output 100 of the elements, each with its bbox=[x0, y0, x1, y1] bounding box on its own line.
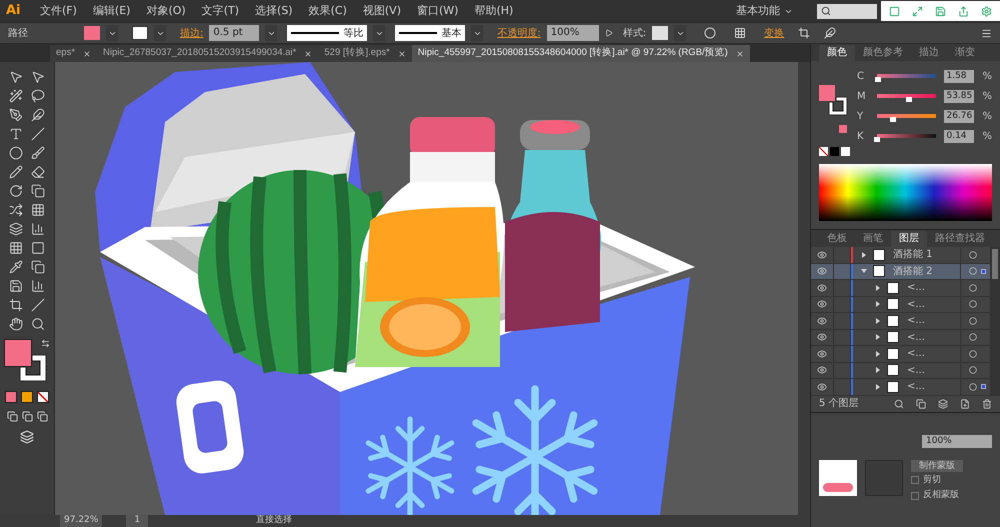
layer-row[interactable]: <... bbox=[811, 346, 990, 362]
frame-icon[interactable] bbox=[889, 6, 900, 16]
checkbox[interactable] bbox=[911, 492, 919, 500]
out-of-gamut-swatch[interactable] bbox=[839, 125, 847, 133]
transform-link[interactable]: 变换 bbox=[764, 26, 784, 40]
layer-row[interactable]: <... bbox=[811, 280, 990, 296]
settings-icon[interactable] bbox=[981, 6, 992, 16]
panel-tab[interactable]: 描边 bbox=[911, 45, 947, 61]
dropdown-caret[interactable] bbox=[674, 25, 686, 41]
opacity-link[interactable]: 不透明度: bbox=[497, 26, 541, 40]
channel-value-field[interactable]: 53.85 bbox=[944, 90, 974, 102]
expand-triangle-icon[interactable] bbox=[875, 367, 881, 374]
share-icon[interactable] bbox=[958, 6, 969, 16]
new-layer-icon[interactable] bbox=[960, 398, 970, 408]
dropdown-caret[interactable] bbox=[373, 25, 386, 41]
document-tab[interactable]: Nipic_455997_20150808155348604000 [转换].ai* @ 97.22% (RGB/预览) bbox=[412, 45, 750, 62]
visibility-eye-icon[interactable] bbox=[817, 348, 827, 359]
visibility-eye-icon[interactable] bbox=[817, 299, 827, 310]
document-tab[interactable]: Nipic_26785037_20180515203915499034.ai* bbox=[97, 45, 318, 62]
visibility-eye-icon[interactable] bbox=[817, 316, 827, 326]
layer-row[interactable]: <... bbox=[811, 313, 990, 330]
vertical-scrollbar[interactable] bbox=[798, 62, 810, 515]
sublayer-icon[interactable] bbox=[938, 398, 948, 408]
menu-item[interactable]: 文字(T) bbox=[194, 2, 248, 20]
target-circle-icon[interactable] bbox=[969, 267, 977, 276]
menu-item[interactable]: 视图(V) bbox=[354, 2, 409, 20]
workspace-switcher[interactable]: 基本功能 bbox=[728, 2, 801, 20]
target-circle-icon[interactable] bbox=[969, 366, 977, 374]
slider-thumb[interactable] bbox=[906, 97, 912, 102]
graph-icon[interactable] bbox=[31, 279, 45, 293]
eyedropper-icon[interactable] bbox=[9, 260, 23, 274]
expand-triangle-icon[interactable] bbox=[875, 350, 881, 357]
document-tab[interactable]: eps* bbox=[50, 45, 98, 62]
close-icon[interactable] bbox=[736, 50, 744, 58]
visibility-eye-icon[interactable] bbox=[817, 266, 827, 276]
slider-thumb[interactable] bbox=[890, 117, 896, 122]
close-icon[interactable] bbox=[304, 50, 312, 58]
expand-triangle-icon[interactable] bbox=[875, 301, 881, 308]
stroke-link[interactable]: 描边: bbox=[180, 26, 204, 40]
line-icon[interactable] bbox=[31, 127, 45, 141]
save-icon[interactable] bbox=[935, 6, 946, 16]
pencil-icon[interactable] bbox=[9, 165, 23, 179]
document-tab[interactable]: 529 [转换].eps* bbox=[318, 45, 412, 62]
menu-icon[interactable] bbox=[981, 28, 992, 38]
color-spectrum[interactable] bbox=[819, 164, 992, 221]
visibility-eye-icon[interactable] bbox=[817, 332, 827, 342]
checkbox[interactable] bbox=[911, 476, 919, 484]
search-field[interactable] bbox=[817, 4, 877, 18]
menu-item[interactable]: 窗口(W) bbox=[408, 2, 466, 20]
layer-row[interactable]: <... bbox=[811, 379, 990, 396]
opacity-field[interactable]: 100% bbox=[922, 434, 992, 448]
dropdown-caret[interactable] bbox=[106, 25, 118, 41]
collapse-triangle-icon[interactable] bbox=[861, 268, 867, 274]
zoom-icon[interactable] bbox=[31, 317, 45, 331]
layer-row[interactable]: <... bbox=[811, 362, 990, 379]
panel-tab[interactable]: 渐变 bbox=[947, 45, 983, 61]
magic-wand-icon[interactable] bbox=[9, 89, 23, 103]
stroke-swatch[interactable] bbox=[132, 26, 148, 40]
slider-thumb[interactable] bbox=[874, 77, 881, 82]
fill-swatch[interactable] bbox=[84, 26, 100, 40]
channel-value-field[interactable]: 26.76 bbox=[944, 110, 974, 122]
brush-dropdown[interactable]: 基本 bbox=[395, 25, 466, 41]
color-mode-swatch[interactable] bbox=[5, 391, 17, 403]
visibility-eye-icon[interactable] bbox=[817, 365, 827, 376]
gradient-mode-swatch[interactable] bbox=[21, 391, 33, 403]
layer-row[interactable]: 酒搭能 2 bbox=[811, 264, 990, 280]
fullscreen-icon[interactable] bbox=[912, 6, 923, 16]
menu-item[interactable]: 选择(S) bbox=[247, 2, 301, 20]
dropdown-caret[interactable] bbox=[471, 25, 484, 41]
rotate-icon[interactable] bbox=[9, 184, 23, 198]
eraser-icon[interactable] bbox=[31, 165, 45, 179]
expand-triangle-icon[interactable] bbox=[861, 252, 867, 258]
panel-tab[interactable]: 颜色 bbox=[819, 45, 855, 61]
panel-tab[interactable]: 画笔 bbox=[855, 231, 891, 247]
swap-icon[interactable] bbox=[41, 339, 50, 348]
opacity-field[interactable]: 100% bbox=[546, 25, 599, 41]
brush-icon[interactable] bbox=[31, 146, 45, 160]
selection-arrow-icon[interactable] bbox=[9, 70, 23, 84]
pen-icon[interactable] bbox=[9, 108, 23, 122]
channel-value-field[interactable]: 1.58 bbox=[944, 70, 974, 82]
profile-dropdown[interactable]: 等比 bbox=[287, 25, 368, 41]
target-circle-icon[interactable] bbox=[969, 300, 977, 308]
target-circle-icon[interactable] bbox=[969, 333, 977, 342]
dropdown-caret[interactable] bbox=[154, 25, 166, 41]
scrollbar[interactable] bbox=[990, 247, 1000, 396]
dropdown-caret[interactable] bbox=[265, 25, 278, 41]
panel-tab[interactable]: 路径查找器 bbox=[927, 231, 993, 247]
channel-value-field[interactable]: 0.14 bbox=[944, 130, 974, 142]
close-icon[interactable] bbox=[83, 50, 92, 58]
target-circle-icon[interactable] bbox=[969, 284, 977, 292]
slider-thumb[interactable] bbox=[874, 137, 880, 142]
visibility-eye-icon[interactable] bbox=[817, 282, 827, 293]
panel-tab[interactable]: 图层 bbox=[891, 231, 927, 247]
delete-icon[interactable] bbox=[982, 398, 992, 408]
panel-tab[interactable]: 色板 bbox=[819, 231, 855, 247]
color-swatch[interactable] bbox=[841, 147, 850, 156]
color-swatch[interactable] bbox=[830, 147, 839, 156]
make-mask-button[interactable]: 制作蒙版 bbox=[911, 460, 963, 472]
direct-selection-icon[interactable] bbox=[31, 70, 45, 84]
target-circle-icon[interactable] bbox=[969, 382, 977, 391]
